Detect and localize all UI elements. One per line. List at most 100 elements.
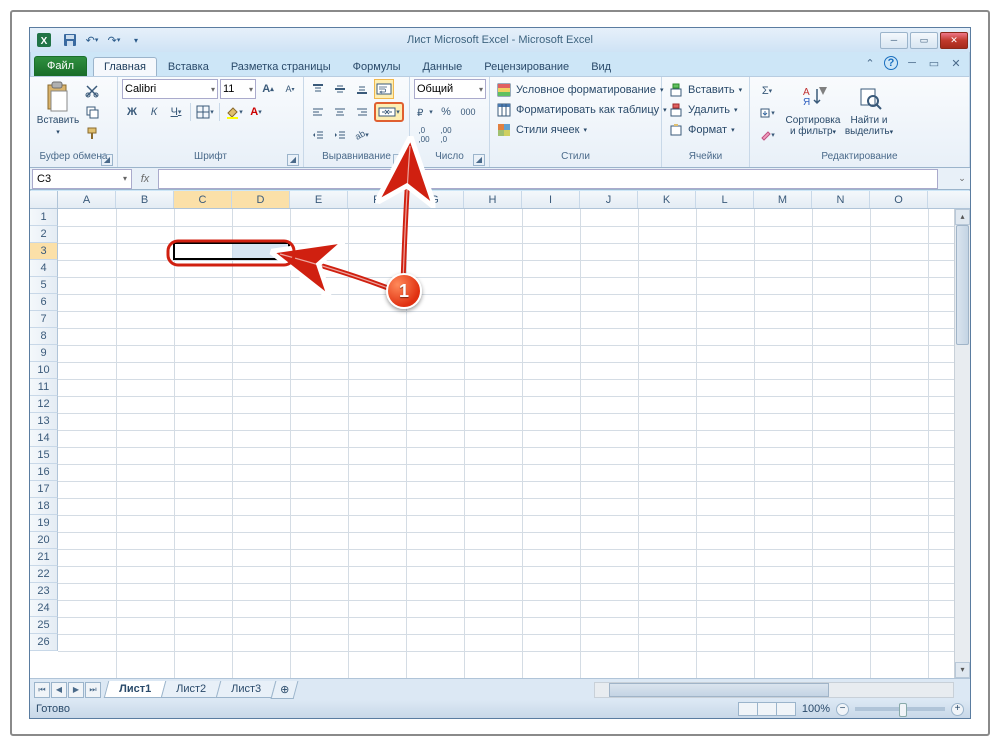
delete-cells-button[interactable]: Удалить▾ (666, 101, 740, 119)
column-header-M[interactable]: M (754, 191, 812, 208)
row-header-8[interactable]: 8 (30, 328, 58, 345)
row-header-24[interactable]: 24 (30, 600, 58, 617)
sheet-tab-2[interactable]: Лист2 (161, 681, 222, 698)
sheet-tab-3[interactable]: Лист3 (216, 681, 277, 698)
save-button[interactable] (60, 30, 80, 50)
hscroll-thumb[interactable] (609, 683, 829, 697)
zoom-in-button[interactable]: + (951, 703, 964, 716)
column-header-B[interactable]: B (116, 191, 174, 208)
redo-button[interactable]: ↷▾ (104, 30, 124, 50)
mdi-restore[interactable]: ▭ (926, 55, 942, 71)
column-header-H[interactable]: H (464, 191, 522, 208)
file-tab[interactable]: Файл (34, 56, 87, 76)
horizontal-scrollbar[interactable] (594, 682, 954, 698)
autosum-button[interactable]: Σ▾ (754, 81, 780, 101)
number-format-combo[interactable]: Общий▾ (414, 79, 486, 99)
row-header-12[interactable]: 12 (30, 396, 58, 413)
tab-page-layout[interactable]: Разметка страницы (220, 57, 342, 76)
clipboard-launcher[interactable]: ◢ (101, 154, 113, 166)
row-header-6[interactable]: 6 (30, 294, 58, 311)
qat-customize-button[interactable]: ▾ (126, 30, 146, 50)
mdi-minimize[interactable]: ─ (904, 55, 920, 71)
conditional-formatting-button[interactable]: Условное форматирование▾ (494, 81, 665, 99)
fill-button[interactable]: ▾ (754, 103, 780, 123)
zoom-slider[interactable] (855, 707, 945, 711)
cells-area[interactable] (58, 209, 954, 678)
sheet-tab-1[interactable]: Лист1 (104, 681, 167, 698)
align-right-button[interactable] (352, 102, 372, 122)
select-all-corner[interactable] (30, 191, 58, 208)
worksheet-grid[interactable]: ABCDEFGHIJKLMNO 123456789101112131415161… (30, 191, 970, 678)
sheet-prev-button[interactable]: ◀ (51, 682, 67, 698)
column-header-K[interactable]: K (638, 191, 696, 208)
cell-styles-button[interactable]: Стили ячеек▾ (494, 121, 589, 139)
maximize-button[interactable]: ▭ (910, 32, 938, 49)
bold-button[interactable]: Ж (122, 102, 142, 122)
alignment-launcher[interactable]: ◢ (393, 154, 405, 166)
fx-button[interactable]: fx (136, 170, 154, 188)
row-header-5[interactable]: 5 (30, 277, 58, 294)
italic-button[interactable]: К (144, 102, 164, 122)
row-header-9[interactable]: 9 (30, 345, 58, 362)
copy-button[interactable] (82, 102, 102, 122)
app-icon[interactable]: X (34, 30, 54, 50)
align-top-button[interactable] (308, 79, 328, 99)
minimize-ribbon-button[interactable]: ⌃ (862, 55, 878, 71)
column-header-N[interactable]: N (812, 191, 870, 208)
row-header-20[interactable]: 20 (30, 532, 58, 549)
help-button[interactable]: ? (884, 56, 898, 70)
tab-insert[interactable]: Вставка (157, 57, 220, 76)
row-header-22[interactable]: 22 (30, 566, 58, 583)
format-cells-button[interactable]: Формат▾ (666, 121, 737, 139)
column-header-F[interactable]: F (348, 191, 406, 208)
column-header-C[interactable]: C (174, 191, 232, 208)
column-header-A[interactable]: A (58, 191, 116, 208)
sheet-last-button[interactable]: ⏭ (85, 682, 101, 698)
percent-button[interactable]: % (436, 102, 456, 122)
orientation-button[interactable]: ab▾ (352, 125, 372, 145)
row-header-21[interactable]: 21 (30, 549, 58, 566)
column-header-L[interactable]: L (696, 191, 754, 208)
sheet-next-button[interactable]: ▶ (68, 682, 84, 698)
row-header-11[interactable]: 11 (30, 379, 58, 396)
row-header-1[interactable]: 1 (30, 209, 58, 226)
row-header-3[interactable]: 3 (30, 243, 58, 260)
format-painter-button[interactable] (82, 123, 102, 143)
formula-input[interactable] (158, 169, 938, 189)
column-header-E[interactable]: E (290, 191, 348, 208)
font-size-combo[interactable]: 11▾ (220, 79, 256, 99)
format-as-table-button[interactable]: Форматировать как таблицу▾ (494, 101, 669, 119)
tab-review[interactable]: Рецензирование (473, 57, 580, 76)
minimize-button[interactable]: ─ (880, 32, 908, 49)
column-header-I[interactable]: I (522, 191, 580, 208)
name-box[interactable]: C3▾ (32, 169, 132, 189)
row-header-10[interactable]: 10 (30, 362, 58, 379)
align-left-button[interactable] (308, 102, 328, 122)
number-launcher[interactable]: ◢ (473, 154, 485, 166)
new-sheet-button[interactable]: ⊕ (271, 681, 299, 699)
row-header-18[interactable]: 18 (30, 498, 58, 515)
row-header-14[interactable]: 14 (30, 430, 58, 447)
mdi-close[interactable]: ✕ (948, 55, 964, 71)
row-header-26[interactable]: 26 (30, 634, 58, 651)
font-name-combo[interactable]: Calibri▾ (122, 79, 218, 99)
page-break-view-button[interactable] (776, 702, 796, 716)
tab-data[interactable]: Данные (411, 57, 473, 76)
column-header-J[interactable]: J (580, 191, 638, 208)
scroll-up-button[interactable]: ▴ (955, 209, 970, 225)
column-header-D[interactable]: D (232, 191, 290, 208)
grow-font-button[interactable]: A▴ (258, 79, 278, 99)
row-header-4[interactable]: 4 (30, 260, 58, 277)
undo-button[interactable]: ↶▾ (82, 30, 102, 50)
increase-indent-button[interactable] (330, 125, 350, 145)
zoom-out-button[interactable]: − (836, 703, 849, 716)
row-header-2[interactable]: 2 (30, 226, 58, 243)
paste-button[interactable]: Вставить▾ (34, 79, 82, 138)
cut-button[interactable] (82, 81, 102, 101)
comma-button[interactable]: 000 (458, 102, 478, 122)
normal-view-button[interactable] (738, 702, 758, 716)
align-center-button[interactable] (330, 102, 350, 122)
scroll-thumb[interactable] (956, 225, 969, 345)
tab-view[interactable]: Вид (580, 57, 622, 76)
fill-color-button[interactable]: ▾ (224, 102, 244, 122)
